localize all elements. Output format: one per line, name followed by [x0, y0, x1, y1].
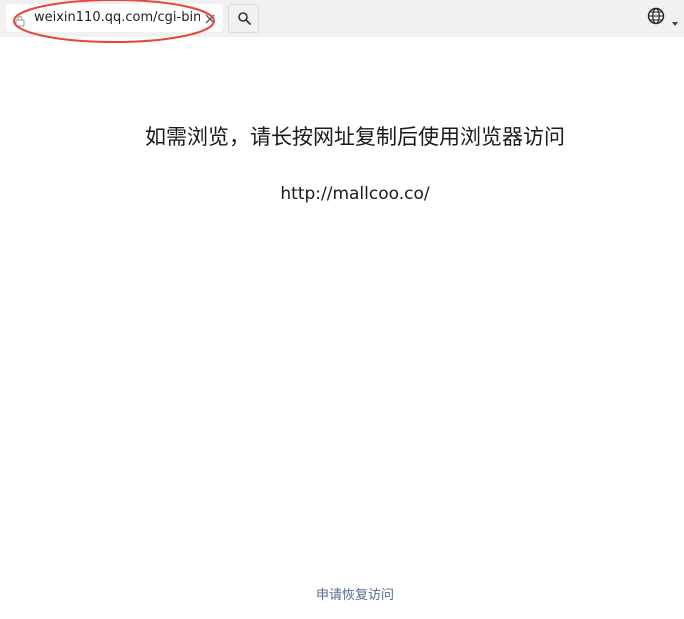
restore-access-link[interactable]: 申请恢复访问 — [0, 584, 684, 603]
search-button[interactable] — [228, 4, 259, 33]
lock-icon — [14, 12, 26, 27]
address-bar[interactable]: weixin110.qq.com/cgi-bin/r — [6, 4, 223, 32]
page-message: 如需浏览，请长按网址复制后使用浏览器访问 — [145, 125, 565, 149]
address-url[interactable]: weixin110.qq.com/cgi-bin/r — [34, 10, 200, 25]
search-icon — [238, 12, 251, 25]
globe-icon[interactable] — [646, 6, 666, 26]
blocked-url: http://mallcoo.co/ — [280, 184, 430, 204]
chevron-down-icon[interactable] — [670, 13, 680, 26]
browser-toolbar: weixin110.qq.com/cgi-bin/r — [0, 0, 684, 43]
close-icon[interactable] — [203, 11, 217, 25]
